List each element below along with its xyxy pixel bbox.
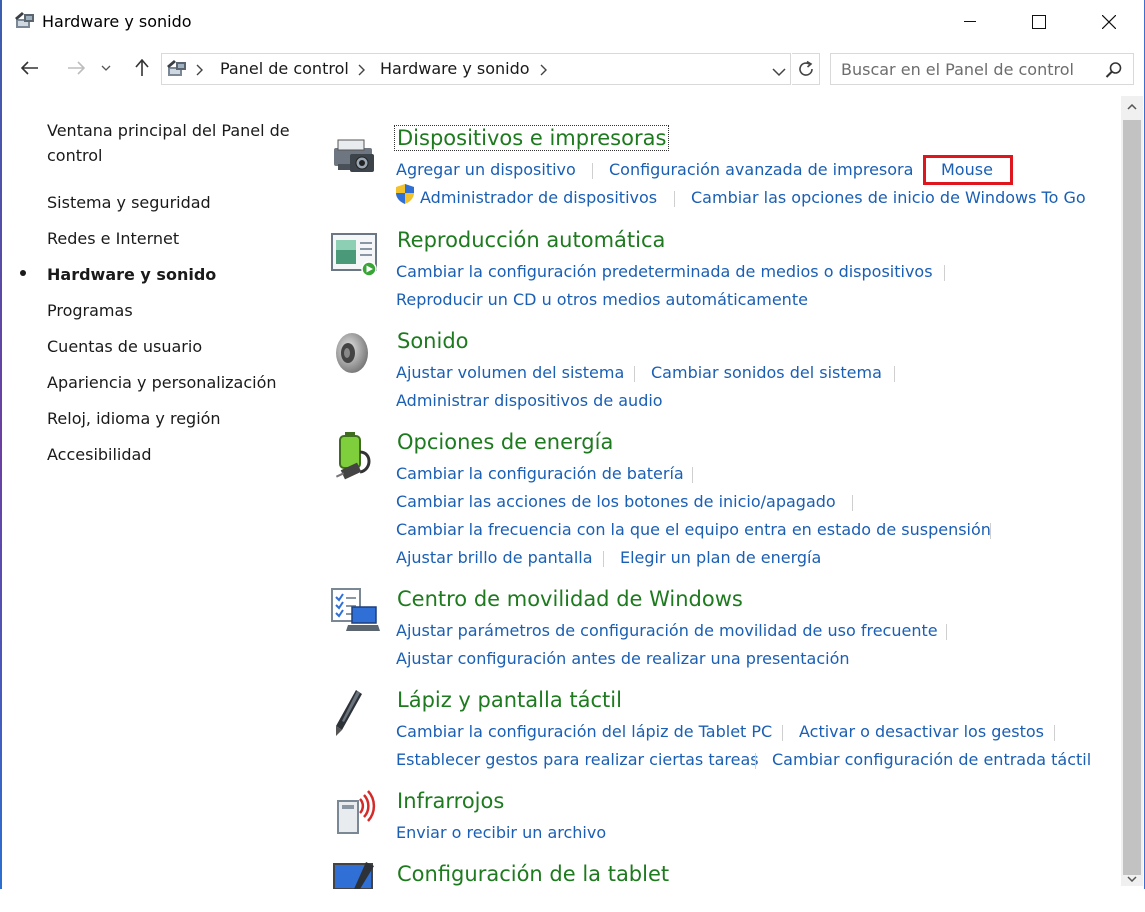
breadcrumb-control-panel[interactable]: Panel de control [220,59,349,78]
link-mobility-settings[interactable]: Ajustar parámetros de configuración de m… [396,621,938,640]
back-button[interactable] [16,56,44,80]
autoplay-icon [330,232,380,282]
title-bar: Hardware y sonido [2,0,1144,44]
link-device-manager[interactable]: Administrador de dispositivos [420,188,657,207]
address-bar[interactable]: Panel de control Hardware y sonido [161,53,791,85]
link-separator [990,523,991,539]
scroll-down-chevron-down-icon[interactable] [1121,872,1143,886]
breadcrumb-chevron-right-icon[interactable] [358,62,370,76]
breadcrumb-hardware-sound[interactable]: Hardware y sonido [380,59,530,78]
sidebar-item-hardware-sound[interactable]: Hardware y sonido [47,262,216,287]
link-play-cd-automatically[interactable]: Reproducir un CD u otros medios automáti… [396,290,808,309]
category-title-pen-touch[interactable]: Lápiz y pantalla táctil [397,688,622,712]
sidebar-item-label: Ventana principal del Panel de [47,121,290,140]
refresh-icon [798,60,813,76]
link-separator [634,366,635,382]
link-change-default-media[interactable]: Cambiar la configuración predeterminada … [396,262,933,281]
uac-shield-icon [394,183,416,205]
maximize-button[interactable] [1016,0,1062,44]
link-advanced-printer-setup[interactable]: Configuración avanzada de impresora [609,160,913,179]
link-power-button-actions[interactable]: Cambiar las acciones de los botones de i… [396,492,836,511]
link-separator [674,191,675,207]
link-separator [692,467,693,483]
breadcrumb-chevron-right-icon[interactable] [196,62,208,76]
link-pen-settings[interactable]: Cambiar la configuración del lápiz de Ta… [396,722,772,741]
sidebar-item-network-internet[interactable]: Redes e Internet [47,226,179,251]
sidebar-item-appearance[interactable]: Apariencia y personalización [47,370,277,395]
category-title-infrared[interactable]: Infrarrojos [397,789,504,813]
close-button[interactable] [1086,0,1132,44]
category-title-tablet-settings[interactable]: Configuración de la tablet [397,862,669,886]
link-adjust-brightness[interactable]: Ajustar brillo de pantalla [396,548,593,567]
link-windows-to-go[interactable]: Cambiar las opciones de inicio de Window… [691,188,1086,207]
link-separator [894,366,895,382]
sidebar-item-system-security[interactable]: Sistema y seguridad [47,190,211,215]
control-panel-hardware-icon [166,58,190,80]
pen-icon [330,688,380,738]
link-sleep-frequency[interactable]: Cambiar la frecuencia con la que el equi… [396,520,991,539]
mobility-laptop-icon [330,587,380,637]
scroll-up-chevron-up-icon[interactable] [1121,96,1143,118]
link-separator [592,163,593,179]
sidebar-item-label: control [47,146,103,165]
link-separator [852,495,853,511]
up-button[interactable] [128,56,156,80]
link-separator [1054,725,1055,741]
link-separator [782,725,783,741]
breadcrumb-chevron-right-icon[interactable] [540,62,552,76]
sidebar-item-programs[interactable]: Programas [47,298,133,323]
window-title: Hardware y sonido [42,12,192,31]
link-manage-audio-devices[interactable]: Administrar dispositivos de audio [396,391,663,410]
sidebar-item-accessibility[interactable]: Accesibilidad [47,442,152,467]
link-battery-settings[interactable]: Cambiar la configuración de batería [396,464,684,483]
forward-button[interactable] [62,56,90,80]
control-panel-hardware-icon [14,10,38,32]
link-separator [755,753,756,769]
category-title-power-options[interactable]: Opciones de energía [397,430,613,454]
category-title-mobility-center[interactable]: Centro de movilidad de Windows [397,587,743,611]
link-choose-power-plan[interactable]: Elegir un plan de energía [620,548,821,567]
link-presentation-settings[interactable]: Ajustar configuración antes de realizar … [396,649,850,668]
link-separator [946,624,947,640]
sidebar-item-clock-region[interactable]: Reloj, idioma y región [47,406,221,431]
navigation-bar: Panel de control Hardware y sonido Busca… [2,44,1144,92]
category-title-sound[interactable]: Sonido [397,329,469,353]
vertical-scrollbar[interactable] [1121,96,1143,886]
sidebar-item-user-accounts[interactable]: Cuentas de usuario [47,334,202,359]
search-input[interactable]: Buscar en el Panel de control [830,53,1134,85]
link-change-system-sounds[interactable]: Cambiar sonidos del sistema [651,363,882,382]
infrared-icon [330,789,380,839]
link-add-device[interactable]: Agregar un dispositivo [396,160,576,179]
link-mouse[interactable]: Mouse [941,160,993,179]
link-separator [603,551,604,567]
minimize-button[interactable] [947,0,993,44]
link-send-receive-file[interactable]: Enviar o recibir un archivo [396,823,606,842]
window-frame-left [0,0,2,889]
category-title-devices-printers[interactable]: Dispositivos e impresoras [393,125,670,151]
speaker-icon [330,331,380,381]
battery-plug-icon [330,430,380,480]
address-history-chevron-down-icon[interactable] [772,62,786,81]
tablet-icon [330,862,380,912]
link-set-gestures[interactable]: Establecer gestos para realizar ciertas … [396,750,759,769]
link-toggle-gestures[interactable]: Activar o desactivar los gestos [799,722,1044,741]
link-separator [944,265,945,281]
sidebar-item-control-panel-home[interactable]: Ventana principal del Panel de control [47,118,290,168]
category-title-autoplay[interactable]: Reproducción automática [397,228,665,252]
search-icon[interactable] [1105,61,1123,83]
link-adjust-volume[interactable]: Ajustar volumen del sistema [396,363,624,382]
recent-locations-chevron-down-icon[interactable] [98,56,114,80]
refresh-button[interactable] [792,53,820,85]
active-item-bullet [20,270,26,276]
search-placeholder: Buscar en el Panel de control [841,60,1074,79]
link-touch-input-settings[interactable]: Cambiar configuración de entrada táctil [772,750,1091,769]
scrollbar-thumb[interactable] [1123,120,1141,875]
printer-camera-icon [330,134,380,184]
